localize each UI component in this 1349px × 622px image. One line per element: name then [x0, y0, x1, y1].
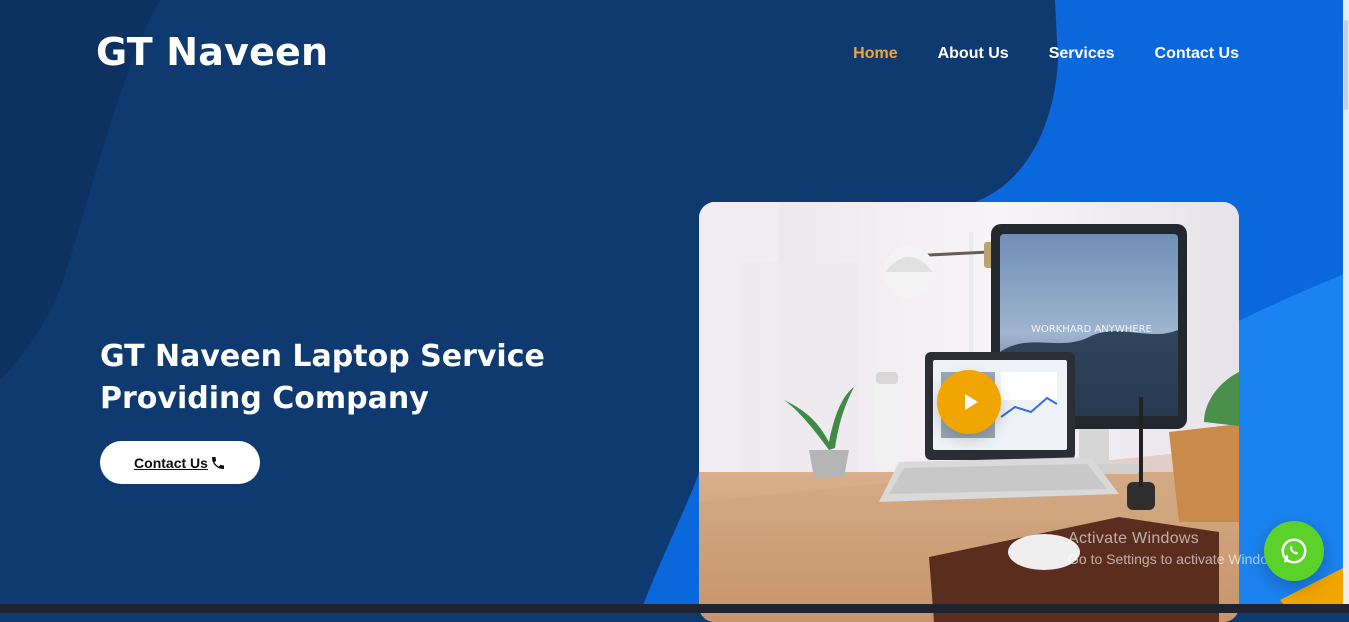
play-video-button[interactable] — [937, 370, 1001, 434]
scrollbar-thumb[interactable] — [1344, 20, 1348, 110]
contact-us-label: Contact Us — [134, 454, 208, 471]
hero-heading-line-2: Providing Company — [100, 381, 429, 416]
page-scrollbar[interactable] — [1343, 0, 1349, 613]
nav-contact-us[interactable]: Contact Us — [1155, 45, 1239, 63]
whatsapp-button[interactable] — [1264, 521, 1324, 581]
nav-services[interactable]: Services — [1049, 45, 1115, 63]
hero-heading-line-1: GT Naveen Laptop Service — [100, 339, 545, 374]
hero-heading: GT Naveen Laptop Service Providing Compa… — [100, 336, 620, 420]
whatsapp-icon — [1281, 538, 1307, 564]
nav-about-us[interactable]: About Us — [938, 45, 1009, 63]
phone-icon — [211, 456, 224, 469]
contact-us-button[interactable]: Contact Us — [100, 441, 260, 484]
watermark-line-1: Activate Windows — [1068, 530, 1200, 547]
activate-windows-watermark: Activate Windows Go to Settings to activ… — [1068, 530, 1289, 567]
nav-home[interactable]: Home — [853, 45, 897, 63]
site-logo[interactable]: GT Naveen — [96, 30, 328, 74]
watermark-line-2: Go to Settings to activate Windows. — [1068, 551, 1289, 567]
play-icon — [965, 394, 978, 410]
image-caption: WORKHARD ANYWHERE — [1031, 324, 1152, 335]
main-nav: Home About Us Services Contact Us — [853, 45, 1239, 63]
taskbar-strip — [0, 604, 1349, 613]
